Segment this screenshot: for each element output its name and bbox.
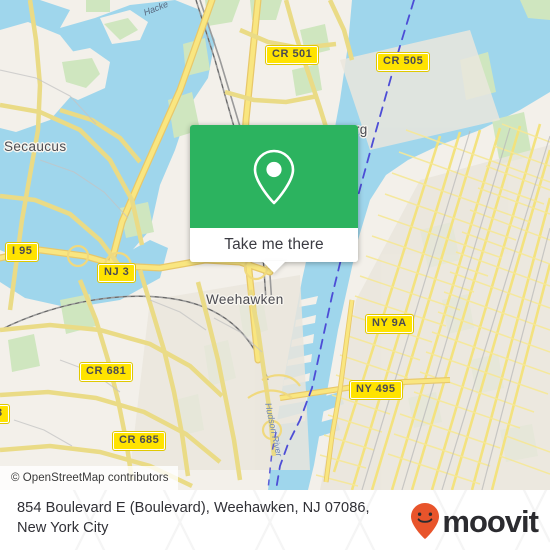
shield-cr-681[interactable]: CR 681 [78, 362, 134, 382]
address-line-1: 854 Boulevard E (Boulevard), Weehawken, … [17, 500, 370, 516]
shield-cr-505[interactable]: CR 505 [375, 52, 431, 72]
take-me-there-label: Take me there [224, 236, 324, 253]
attribution-text: © OpenStreetMap contributors [11, 472, 169, 484]
shield-ny-9a[interactable]: NY 9A [365, 314, 414, 334]
shield-edge-partial[interactable]: 3 [0, 404, 10, 424]
shield-cr-501[interactable]: CR 501 [264, 45, 320, 65]
moovit-logo[interactable]: moovit [410, 502, 539, 540]
card-pointer-tail [262, 261, 286, 273]
shield-i-95[interactable]: I 95 [4, 242, 40, 262]
moovit-pin-smiley-icon [411, 503, 440, 539]
shield-cr-685[interactable]: CR 685 [111, 431, 167, 451]
footer-bar: 854 Boulevard E (Boulevard), Weehawken, … [0, 490, 550, 550]
map-canvas[interactable]: Secaucus Weehawken erg Hacke Hudson Rive… [0, 0, 550, 490]
shield-ny-495[interactable]: NY 495 [349, 380, 403, 400]
shield-nj-3[interactable]: NJ 3 [96, 263, 137, 283]
take-me-there-card[interactable]: Take me there [190, 125, 358, 273]
map-pin-icon [253, 149, 295, 204]
card-header-green [190, 125, 358, 228]
address-line-2: New York City [17, 519, 109, 536]
address-label: 854 Boulevard E (Boulevard), Weehawken, … [17, 499, 422, 538]
map-attribution[interactable]: © OpenStreetMap contributors [0, 466, 178, 490]
moovit-wordmark: moovit [442, 503, 539, 539]
card-footer[interactable]: Take me there [190, 228, 358, 273]
